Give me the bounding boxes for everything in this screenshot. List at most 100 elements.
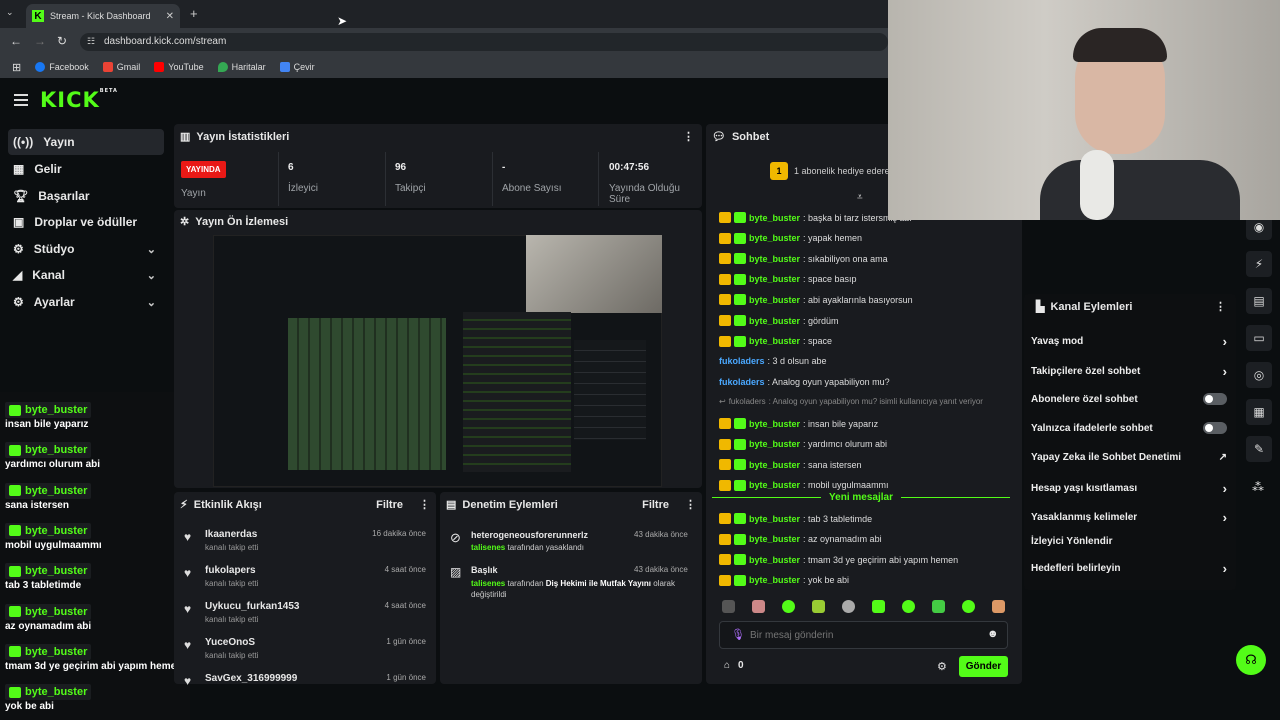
sidebar-item-studyo[interactable]: ⚙ Stüdyo ⌄ bbox=[8, 236, 164, 262]
moderation-row-name[interactable]: heterogeneousforerunnerlz bbox=[471, 530, 588, 540]
kick-favicon-icon: K bbox=[32, 10, 44, 22]
badge-icon bbox=[9, 606, 21, 617]
rail-document-icon[interactable]: ▤ bbox=[1246, 288, 1272, 314]
back-icon[interactable]: ← bbox=[10, 34, 22, 48]
sidebar-item-yayin[interactable]: ((•)) Yayın bbox=[8, 129, 164, 155]
sidebar-item-gelir[interactable]: ▦ Gelir bbox=[8, 156, 164, 182]
more-options-icon[interactable]: ⋮ bbox=[685, 498, 696, 511]
close-tab-icon[interactable]: ✕ bbox=[166, 11, 174, 22]
activity-row-name[interactable]: YuceOnoS bbox=[205, 637, 255, 648]
activity-row-name[interactable]: Uykucu_furkan1453 bbox=[205, 601, 300, 612]
channel-action-2[interactable]: Abonelere özel sohbet bbox=[1031, 393, 1227, 405]
emote-icon[interactable] bbox=[782, 600, 795, 613]
emote-icon[interactable] bbox=[752, 600, 765, 613]
activity-row-name[interactable]: SavGex_316999999 bbox=[205, 673, 297, 684]
badge-icon bbox=[9, 646, 21, 658]
chat-username[interactable]: byte_buster bbox=[749, 336, 800, 346]
emote-icon[interactable] bbox=[962, 600, 975, 613]
emoji-picker-icon[interactable]: ☻ bbox=[987, 628, 999, 640]
bookmark-maps[interactable]: Haritalar bbox=[217, 62, 266, 72]
channel-action-0[interactable]: Yavaş mod › bbox=[1031, 334, 1227, 349]
activity-filter-button[interactable]: Filtre bbox=[376, 499, 403, 511]
chat-username[interactable]: byte_buster bbox=[749, 316, 800, 326]
store-icon[interactable]: ⌂ bbox=[724, 660, 730, 671]
tab-list-button[interactable]: ⌄ bbox=[6, 7, 14, 18]
rail-lightning-icon[interactable]: ⚡︎ bbox=[1246, 251, 1272, 277]
address-bar[interactable]: dashboard.kick.com/stream bbox=[80, 33, 888, 51]
site-info-icon[interactable]: ☷ bbox=[87, 36, 95, 47]
bookmark-youtube[interactable]: YouTube bbox=[154, 62, 204, 72]
moderation-filter-button[interactable]: Filtre bbox=[642, 499, 669, 511]
chat-username[interactable]: byte_buster bbox=[749, 274, 800, 284]
chat-username[interactable]: byte_buster bbox=[749, 254, 800, 264]
moderation-actor[interactable]: talisenes bbox=[471, 543, 505, 552]
emote-icon[interactable] bbox=[842, 600, 855, 613]
chat-username[interactable]: byte_buster bbox=[749, 419, 800, 429]
chat-username[interactable]: fukoladers bbox=[719, 377, 765, 387]
moderation-row-name: Başlık bbox=[471, 565, 498, 575]
chat-username[interactable]: fukoladers bbox=[719, 356, 765, 366]
channel-action-4[interactable]: Yapay Zeka ile Sohbet Denetimi ↗ bbox=[1031, 452, 1227, 463]
channel-action-6[interactable]: Yasaklanmış kelimeler › bbox=[1031, 510, 1227, 525]
emote-icon[interactable] bbox=[992, 600, 1005, 613]
chat-input[interactable] bbox=[750, 626, 970, 644]
menu-icon[interactable] bbox=[14, 94, 28, 106]
toggle-switch[interactable] bbox=[1203, 422, 1227, 434]
chat-username[interactable]: byte_buster bbox=[749, 534, 800, 544]
channel-action-3[interactable]: Yalnızca ifadelerle sohbet bbox=[1031, 422, 1227, 434]
toggle-switch[interactable] bbox=[1203, 393, 1227, 405]
browser-tab[interactable]: K Stream - Kick Dashboard ✕ bbox=[26, 4, 180, 28]
chat-username[interactable]: byte_buster bbox=[749, 439, 800, 449]
collapse-pin-icon[interactable]: ⩡ bbox=[857, 192, 863, 203]
channel-action-1[interactable]: Takipçilere özel sohbet › bbox=[1031, 364, 1227, 379]
sidebar-item-droplar[interactable]: ▣ Droplar ve ödüller bbox=[8, 209, 164, 235]
overlay-user-text: byte_buster bbox=[25, 565, 88, 578]
chat-header: 💬︎ Sohbet bbox=[706, 130, 769, 144]
send-button[interactable]: Gönder bbox=[959, 656, 1008, 677]
emote-icon[interactable] bbox=[872, 600, 885, 613]
channel-action-7[interactable]: İzleyici Yönlendir bbox=[1031, 536, 1227, 547]
chat-settings-icon[interactable]: ⚙ bbox=[937, 660, 947, 673]
activity-row-name[interactable]: Ikaanerdas bbox=[205, 529, 257, 540]
bookmark-facebook[interactable]: Facebook bbox=[35, 62, 89, 72]
more-options-icon[interactable]: ⋮ bbox=[419, 498, 430, 511]
bookmark-gmail[interactable]: Gmail bbox=[102, 62, 140, 72]
support-chat-icon[interactable]: ☊ bbox=[1236, 645, 1266, 675]
moderation-actor[interactable]: talisenes bbox=[471, 579, 505, 588]
rail-layout-icon[interactable]: ▦ bbox=[1246, 399, 1272, 425]
chat-username[interactable]: fukoladers bbox=[729, 397, 766, 406]
activity-row-name[interactable]: fukolapers bbox=[205, 565, 256, 576]
sidebar-item-basarilar[interactable]: 🏆︎ Başarılar bbox=[8, 183, 164, 209]
emote-icon[interactable] bbox=[812, 600, 825, 613]
emote-icon[interactable] bbox=[932, 600, 945, 613]
channel-action-8[interactable]: Hedefleri belirleyin › bbox=[1031, 561, 1227, 576]
rail-tools-icon[interactable]: ✎ bbox=[1246, 436, 1272, 462]
rail-broadcast-icon[interactable]: ◎ bbox=[1246, 362, 1272, 388]
new-tab-button[interactable]: + bbox=[190, 6, 198, 21]
emote-icon[interactable] bbox=[902, 600, 915, 613]
rail-more-icon[interactable]: ⁂ bbox=[1252, 480, 1264, 494]
emote-icon[interactable] bbox=[722, 600, 735, 613]
chat-username[interactable]: byte_buster bbox=[749, 555, 800, 565]
chat-username[interactable]: byte_buster bbox=[749, 460, 800, 470]
sidebar-item-ayarlar[interactable]: ⚙ Ayarlar ⌄ bbox=[8, 289, 164, 315]
kick-logo[interactable]: KICKBETA bbox=[40, 88, 118, 112]
forward-icon[interactable]: → bbox=[34, 34, 46, 48]
crown-badge-icon bbox=[719, 253, 731, 265]
chat-username[interactable]: byte_buster bbox=[749, 514, 800, 524]
chat-username[interactable]: byte_buster bbox=[749, 575, 800, 585]
rail-chat-icon[interactable]: ▭ bbox=[1246, 325, 1272, 351]
apps-icon[interactable]: ⊞ bbox=[12, 61, 21, 74]
bookmark-translate[interactable]: Çevir bbox=[279, 62, 315, 72]
chat-username[interactable]: byte_buster bbox=[749, 295, 800, 305]
reload-icon[interactable]: ↻ bbox=[57, 34, 67, 48]
chat-username[interactable]: byte_buster bbox=[749, 480, 800, 490]
mic-icon[interactable]: 🎙︎ bbox=[731, 628, 745, 641]
chevron-right-icon: › bbox=[1222, 561, 1227, 576]
chat-username[interactable]: byte_buster bbox=[749, 233, 800, 243]
channel-action-5[interactable]: Hesap yaşı kısıtlaması › bbox=[1031, 481, 1227, 496]
sidebar-item-kanal[interactable]: ◢ Kanal ⌄ bbox=[8, 262, 164, 288]
more-options-icon[interactable]: ⋮ bbox=[1215, 300, 1226, 313]
more-options-icon[interactable]: ⋮ bbox=[683, 130, 694, 143]
chat-username[interactable]: byte_buster bbox=[749, 213, 800, 223]
